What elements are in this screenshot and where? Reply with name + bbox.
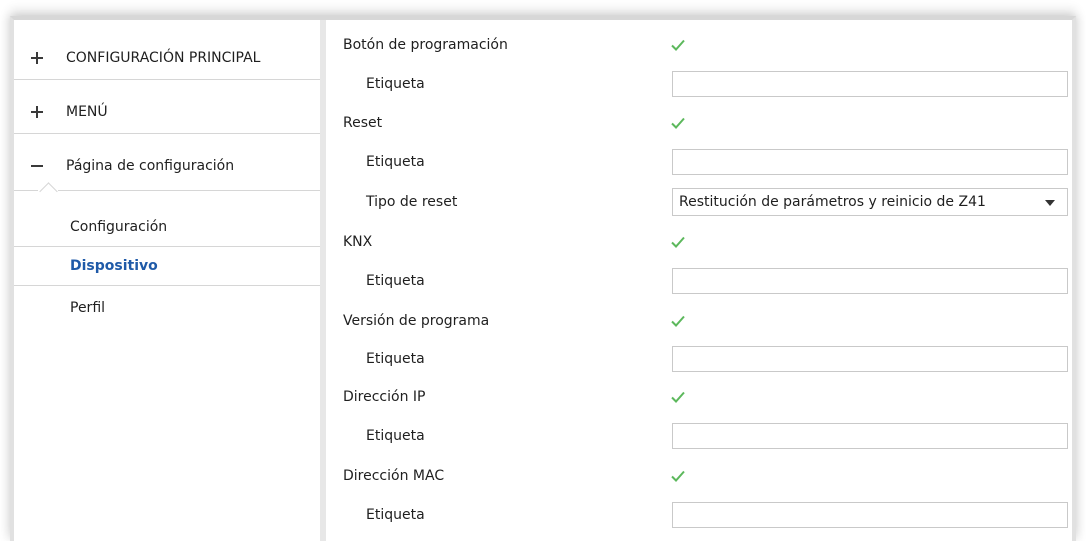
param-row: Etiqueta [326,65,1072,103]
param-row: Etiqueta [326,496,1072,534]
plus-icon [30,105,44,119]
divider [14,190,38,191]
sidebar-subitem-configuracion[interactable]: Configuración [14,207,320,247]
divider [58,190,320,191]
param-label: Versión de programa [343,313,490,329]
param-label: Etiqueta [366,351,425,367]
sidebar-subitem-label: Perfil [70,300,106,316]
etiqueta-input[interactable] [672,268,1068,294]
param-row: Versión de programa [326,302,1072,340]
param-label: Botón de programación [343,37,508,53]
param-row: Botón de programación [326,26,1072,64]
plus-icon [30,51,44,65]
checkbox-check-icon[interactable] [669,233,687,251]
sidebar-item-pagina-configuracion[interactable]: Página de configuración [14,144,320,188]
parameters-window: CONFIGURACIÓN PRINCIPAL MENÚ Página de c… [10,16,1076,541]
param-row: Etiqueta [326,262,1072,300]
param-row: Etiqueta [326,143,1072,181]
param-row: KNX [326,223,1072,261]
sidebar-item-menu[interactable]: MENÚ [14,90,320,134]
checkbox-check-icon[interactable] [669,36,687,54]
param-label: Etiqueta [366,507,425,523]
etiqueta-input[interactable] [672,149,1068,175]
etiqueta-input[interactable] [672,346,1068,372]
select-value: Restitución de parámetros y reinicio de … [679,194,986,210]
dropdown-arrow-icon [1045,200,1055,206]
minus-icon [30,159,44,173]
param-row: Etiqueta [326,417,1072,455]
param-row: Reset [326,104,1072,142]
etiqueta-input[interactable] [672,502,1068,528]
param-row: Dirección MAC [326,457,1072,495]
sidebar-subitem-label: Configuración [70,219,168,235]
sidebar-subitem-perfil[interactable]: Perfil [14,288,320,328]
checkbox-check-icon[interactable] [669,467,687,485]
param-label: Etiqueta [366,76,425,92]
param-label: Dirección MAC [343,468,445,484]
sidebar-subitem-dispositivo[interactable]: Dispositivo [14,246,326,286]
etiqueta-input[interactable] [672,423,1068,449]
sidebar-item-label: MENÚ [66,103,108,120]
sidebar-item-label: CONFIGURACIÓN PRINCIPAL [66,49,261,66]
param-row: Dirección IP [326,378,1072,416]
param-label: Reset [343,115,383,131]
parameters-panel: Botón de programación Etiqueta Reset Eti… [326,20,1072,541]
etiqueta-input[interactable] [672,71,1068,97]
sidebar-subitem-label: Dispositivo [70,258,158,274]
sidebar: CONFIGURACIÓN PRINCIPAL MENÚ Página de c… [14,20,326,541]
param-label: Etiqueta [366,428,425,444]
param-label: Etiqueta [366,273,425,289]
checkbox-check-icon[interactable] [669,114,687,132]
param-label: Tipo de reset [366,194,458,210]
checkbox-check-icon[interactable] [669,312,687,330]
param-label: Dirección IP [343,389,426,405]
checkbox-check-icon[interactable] [669,388,687,406]
tipo-reset-select[interactable]: Restitución de parámetros y reinicio de … [672,188,1068,216]
param-label: KNX [343,234,373,250]
sidebar-item-configuracion-principal[interactable]: CONFIGURACIÓN PRINCIPAL [14,36,320,80]
param-row: Tipo de reset Restitución de parámetros … [326,183,1072,221]
sidebar-item-label: Página de configuración [66,158,235,174]
param-row: Etiqueta [326,340,1072,378]
param-label: Etiqueta [366,154,425,170]
